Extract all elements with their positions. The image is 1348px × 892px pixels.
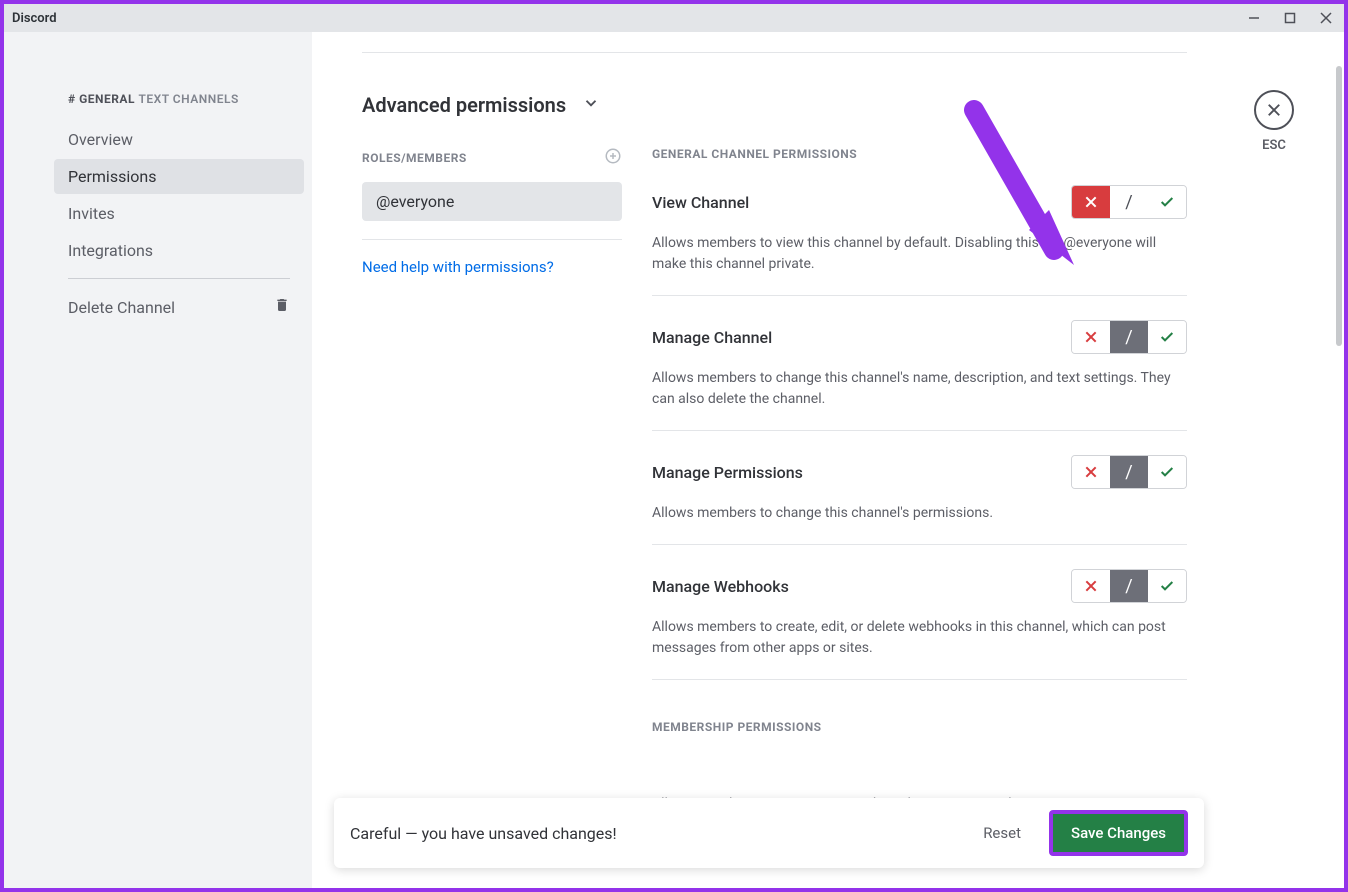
scrollbar-thumb[interactable] [1336,66,1342,346]
close-label: ESC [1254,138,1294,153]
perm-neutral-button[interactable]: / [1110,186,1148,218]
roles-header: ROLES/MEMBERS [362,147,622,168]
perm-description: Allows members to create, edit, or delet… [652,617,1187,659]
perm-manage-channel: Manage Channel / Allows [652,320,1187,431]
window-title: Discord [12,11,57,26]
titlebar: Discord [4,4,1344,32]
perm-manage-webhooks: Manage Webhooks / Allow [652,569,1187,680]
sidebar: # GENERAL TEXT CHANNELS Overview Permiss… [4,32,312,888]
channel-name: GENERAL [79,92,135,106]
perm-allow-button[interactable] [1148,321,1186,353]
sidebar-item-permissions[interactable]: Permissions [54,159,304,194]
sidebar-header: # GENERAL TEXT CHANNELS [54,92,304,106]
perm-name: Manage Channel [652,328,772,347]
sidebar-item-label: Invites [68,204,115,223]
perm-deny-button[interactable] [1072,321,1110,353]
trash-icon [274,297,290,317]
role-divider [362,239,622,240]
sidebar-item-label: Overview [68,130,133,149]
role-name: @everyone [376,192,454,211]
perm-neutral-button[interactable]: / [1110,570,1148,602]
close-settings-button[interactable] [1254,90,1294,130]
perm-toggle: / [1071,455,1187,489]
perm-description: Allows members to change this channel's … [652,368,1187,410]
add-role-button[interactable] [604,147,622,168]
roles-column: ROLES/MEMBERS @everyone Need help with p… [362,147,622,815]
perms-section-header: GENERAL CHANNEL PERMISSIONS [652,147,1187,161]
sidebar-item-overview[interactable]: Overview [54,122,304,157]
perm-toggle: / [1071,320,1187,354]
content-top-divider [362,52,1187,53]
perm-description: Allows members to change this channel's … [652,503,1187,524]
help-link[interactable]: Need help with permissions? [362,258,622,276]
chevron-down-icon [582,94,600,116]
maximize-button[interactable] [1280,8,1300,28]
perm-manage-permissions: Manage Permissions / Al [652,455,1187,545]
sidebar-item-integrations[interactable]: Integrations [54,233,304,268]
perm-neutral-button[interactable]: / [1110,321,1148,353]
permissions-column: GENERAL CHANNEL PERMISSIONS View Channel… [652,147,1187,815]
perm-description: Allows members to view this channel by d… [652,233,1187,275]
perm-name: Manage Webhooks [652,577,789,596]
perms-section-header: MEMBERSHIP PERMISSIONS [652,720,1187,734]
reset-button[interactable]: Reset [971,816,1033,850]
perm-allow-button[interactable] [1148,570,1186,602]
section-header[interactable]: Advanced permissions [362,93,1187,117]
sidebar-item-delete-channel[interactable]: Delete Channel [54,289,304,325]
sidebar-item-label: Permissions [68,167,156,186]
minimize-button[interactable] [1244,8,1264,28]
sidebar-item-label: Integrations [68,241,153,260]
perm-toggle: / [1071,185,1187,219]
sidebar-divider [68,278,290,279]
close-window-button[interactable] [1316,8,1336,28]
perm-neutral-button[interactable]: / [1110,456,1148,488]
channel-category: TEXT CHANNELS [138,92,238,106]
hash-icon: # [68,92,76,106]
sidebar-item-invites[interactable]: Invites [54,196,304,231]
window-controls [1244,8,1336,28]
save-changes-button[interactable]: Save Changes [1049,810,1188,856]
perm-toggle: / [1071,569,1187,603]
perm-deny-button[interactable] [1072,186,1110,218]
content-area: Advanced permissions ROLES/MEMBERS @ever… [312,32,1344,888]
perm-name: Manage Permissions [652,463,803,482]
sidebar-item-label: Delete Channel [68,298,175,317]
roles-header-label: ROLES/MEMBERS [362,151,467,165]
perm-view-channel: View Channel / Allows m [652,185,1187,296]
scrollbar[interactable] [1336,60,1344,888]
perm-deny-button[interactable] [1072,570,1110,602]
unsaved-changes-bar: Careful — you have unsaved changes! Rese… [334,798,1204,868]
save-bar-message: Careful — you have unsaved changes! [350,824,617,843]
close-panel: ESC [1254,90,1294,153]
section-title: Advanced permissions [362,93,566,117]
perm-allow-button[interactable] [1148,186,1186,218]
role-item-everyone[interactable]: @everyone [362,182,622,221]
perm-name: View Channel [652,193,749,212]
perm-allow-button[interactable] [1148,456,1186,488]
perm-deny-button[interactable] [1072,456,1110,488]
